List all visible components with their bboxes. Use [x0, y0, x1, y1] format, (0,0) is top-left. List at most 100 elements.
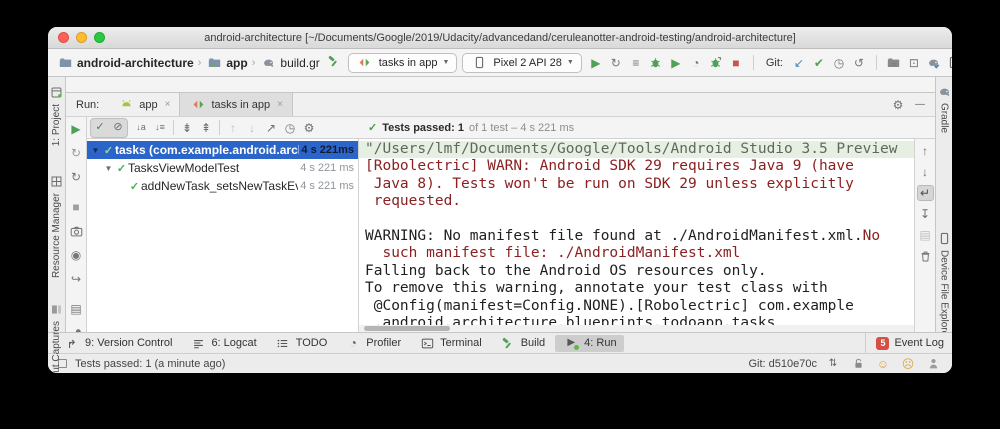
apply-changes-icon[interactable]: ↻ [607, 54, 625, 72]
compare-icon[interactable] [885, 54, 903, 72]
stop-gray-icon[interactable]: ■ [67, 198, 85, 216]
next-failed-icon[interactable]: ↓ [243, 119, 261, 137]
console-text: "/Users/lmf/Documents/Google/Tools/Andro… [365, 141, 898, 157]
expand-all-icon[interactable]: ⇟ [178, 119, 196, 137]
pass-filter-icon[interactable]: ✓ [91, 119, 109, 137]
rollback-icon[interactable]: ↺ [850, 54, 868, 72]
git-branch-widget[interactable]: Git: d510e70c [749, 358, 818, 370]
sort-duration-icon[interactable]: ↓≡ [151, 119, 169, 137]
close-icon[interactable]: × [277, 99, 283, 110]
sidebar-item-1-project[interactable]: 1: Project [48, 83, 66, 146]
up-button[interactable]: ↑ [917, 143, 934, 159]
right-tool-stripe: GradleDevice File Explorer [935, 77, 952, 332]
print-button[interactable]: ▤ [917, 227, 934, 243]
expand-arrow-icon[interactable]: ▼ [89, 146, 102, 155]
breadcrumb-item[interactable]: app [205, 54, 247, 72]
sad-icon[interactable]: ☹ [899, 355, 917, 373]
commit-icon[interactable]: ✔ [810, 54, 828, 72]
gradle-sync-icon[interactable] [925, 54, 943, 72]
breadcrumb-item[interactable]: build.gr [259, 54, 319, 72]
console-output[interactable]: "/Users/lmf/Documents/Google/Tools/Andro… [359, 139, 914, 332]
apply-code-changes-icon[interactable]: ≡ [627, 54, 645, 72]
coverage-icon[interactable]: ▶ [667, 54, 685, 72]
avd-manager-icon[interactable] [945, 54, 952, 72]
lock-icon[interactable] [849, 355, 867, 373]
down-button[interactable]: ↓ [917, 164, 934, 180]
softwrap-button[interactable]: ↵ [917, 185, 934, 201]
scrollbar-thumb[interactable] [364, 326, 450, 331]
test-toolbar-row: ✓⊘↓a↓≡⇟⇞↑↓↗◷⚙ ✓ Tests passed: 1 of 1 tes… [87, 117, 935, 139]
sidebar-item-resource-manager[interactable]: Resource Manager [48, 172, 66, 278]
debug-icon[interactable] [647, 54, 665, 72]
stop-icon[interactable]: ■ [727, 54, 745, 72]
settings-icon[interactable]: ⚙ [300, 119, 318, 137]
layout-icon[interactable]: ▤ [67, 300, 85, 318]
screen-record-icon[interactable]: ◉ [67, 246, 85, 264]
stripe-label: 1: Project [51, 104, 62, 146]
hammer-icon[interactable] [325, 52, 343, 70]
test-tree-row[interactable]: ▼✓tasks (com.example.android.architect4 … [87, 141, 358, 159]
run-tool-window: Run: app×tasks in app× ⚙— ▶↻↻■◉↪▤ ✓⊘↓a↓≡… [66, 92, 935, 332]
event-log-button[interactable]: 5Event Log [865, 333, 944, 353]
sort-alpha-icon[interactable]: ↓a [132, 119, 150, 137]
device-explorer-icon [935, 229, 952, 247]
prev-failed-icon[interactable]: ↑ [224, 119, 242, 137]
resource-manager-icon [48, 172, 66, 190]
collapse-all-icon[interactable]: ⇞ [197, 119, 215, 137]
run-tabs: app×tasks in app× [108, 93, 293, 116]
settings-icon[interactable]: ⚙ [889, 96, 907, 114]
run-tab-app[interactable]: app× [108, 93, 179, 116]
breadcrumb-item[interactable]: android-architecture [56, 54, 194, 72]
zoom-button[interactable] [94, 32, 105, 43]
import-icon[interactable]: ↪ [67, 270, 85, 288]
test-tree-row[interactable]: ✓addNewTask_setsNewTaskEven4 s 221 ms [87, 177, 358, 195]
history-icon[interactable]: ◷ [830, 54, 848, 72]
test-passed-icon: ✓ [115, 162, 128, 175]
expand-arrow-icon[interactable]: ▼ [102, 164, 115, 173]
toolwindow-button-label: Profiler [366, 337, 401, 349]
test-tree-row[interactable]: ▼✓TasksViewModelTest4 s 221 ms [87, 159, 358, 177]
tool-window-bar: 9: Version Control6: LogcatTODO ◔ Profiler… [48, 332, 952, 353]
happy-icon[interactable]: ☺ [874, 355, 892, 373]
toolwindow-button-9-version-control[interactable]: 9: Version Control [56, 335, 179, 352]
ignore-filter-icon[interactable]: ⊘ [109, 119, 127, 137]
trash-button[interactable] [917, 248, 934, 264]
sidebar-item-gradle[interactable]: Gradle [935, 82, 952, 133]
content-area: 1: ProjectResource ManagerLayout Capture… [48, 77, 952, 332]
close-button[interactable] [58, 32, 69, 43]
run-config-selector[interactable]: tasks in app ▼ [348, 53, 458, 73]
device-label: Pixel 2 API 28 [493, 57, 562, 69]
close-icon[interactable]: × [165, 99, 171, 110]
toolwindows-icon[interactable]: ⊡ [905, 54, 923, 72]
attach-debugger-icon[interactable] [707, 54, 725, 72]
rerun-failed-icon[interactable]: ↻ [67, 144, 85, 162]
toolwindow-button-terminal[interactable]: Terminal [411, 335, 489, 352]
device-selector[interactable]: Pixel 2 API 28 ▼ [462, 53, 581, 73]
down-icon: ↓ [916, 163, 934, 181]
history-icon[interactable]: ◷ [281, 119, 299, 137]
toolwindow-button-profiler[interactable]: ◔ Profiler [337, 335, 408, 352]
minimize-icon[interactable]: — [911, 96, 929, 114]
rerun-icon[interactable]: ▶ [67, 120, 85, 138]
run-tab-tasks-in-app[interactable]: tasks in app× [179, 93, 293, 116]
toolwindow-button-4-run[interactable]: ▶4: Run [555, 335, 623, 352]
tests-passed-icon: ✓ [368, 121, 377, 134]
horizontal-scrollbar[interactable] [359, 325, 914, 332]
screenshot-icon[interactable] [67, 222, 85, 240]
update-icon[interactable]: ↙ [790, 54, 808, 72]
toolwindow-button-6-logcat[interactable]: 6: Logcat [182, 335, 263, 352]
test-duration: 4 s 221 ms [298, 180, 358, 192]
person-icon[interactable] [924, 355, 942, 373]
profiler-icon: ◔ [344, 334, 362, 352]
run-icon[interactable]: ▶ [587, 54, 605, 72]
sidebar-item-device-file-explorer[interactable]: Device File Explorer [935, 229, 952, 339]
toolwindow-button-todo[interactable]: TODO [267, 335, 335, 352]
profiler-gauge-icon[interactable]: ◔ [687, 54, 705, 72]
export-icon[interactable]: ↗ [262, 119, 280, 137]
restart-icon[interactable]: ↻ [67, 168, 85, 186]
toolwindow-button-build[interactable]: Build [492, 335, 552, 352]
minimize-button[interactable] [76, 32, 87, 43]
project-icon [48, 83, 66, 101]
scroll-end-button[interactable]: ↧ [917, 206, 934, 222]
tests-passed-count: Tests passed: 1 [382, 122, 464, 134]
